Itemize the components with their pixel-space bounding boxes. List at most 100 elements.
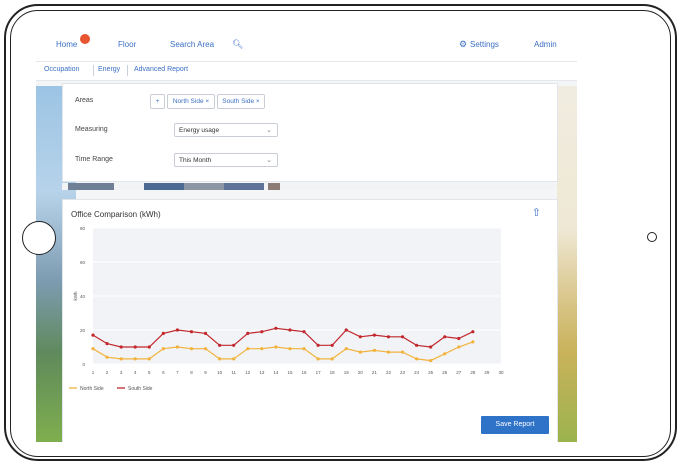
legend-label: South Side [128, 386, 153, 392]
filter-panel: Areas + North Side × South Side × Measur… [62, 83, 558, 182]
y-axis-label: kWh [73, 291, 78, 300]
data-point [175, 328, 180, 332]
measuring-value: Energy usage [179, 127, 220, 134]
chart-card: Office Comparison (kWh) ⇧ 0 20 40 60 80 kWh 1 2… [62, 199, 558, 442]
x-tick-label: 6 [162, 370, 165, 375]
data-point [457, 336, 461, 341]
data-point [232, 343, 236, 347]
nav-admin[interactable]: Admin [534, 40, 557, 49]
home-button[interactable] [22, 221, 56, 255]
y-tick-label: 0 [82, 362, 85, 367]
x-tick-label: 16 [302, 370, 308, 375]
notification-badge [80, 34, 90, 44]
image-thumbnail-strip [62, 183, 556, 190]
data-point [429, 345, 433, 349]
nav-search-area[interactable]: Search Area [170, 40, 214, 49]
x-tick-label: 27 [456, 370, 462, 375]
x-tick-label: 18 [330, 370, 336, 375]
data-point [133, 345, 137, 349]
data-point [274, 345, 278, 349]
area-chip-south-side[interactable]: South Side × [217, 94, 265, 109]
y-tick-label: 40 [80, 294, 86, 299]
x-tick-label: 30 [498, 370, 504, 375]
data-point [133, 357, 137, 361]
data-point [429, 359, 433, 363]
data-point [400, 350, 405, 354]
data-point [189, 347, 194, 351]
data-point [316, 357, 320, 361]
x-tick-label: 9 [204, 370, 207, 375]
data-point [414, 357, 419, 361]
data-point [330, 343, 334, 347]
x-tick-label: 20 [358, 370, 364, 375]
data-point [471, 340, 475, 344]
data-point [330, 357, 334, 361]
add-area-button[interactable]: + [150, 94, 165, 109]
x-tick-label: 7 [176, 370, 179, 375]
camera-icon [647, 232, 657, 242]
area-chip-north-side[interactable]: North Side × [167, 94, 215, 109]
data-point [471, 330, 475, 334]
x-tick-label: 4 [134, 370, 137, 375]
save-report-button[interactable]: Save Report [481, 416, 549, 434]
background-image-right [557, 86, 577, 442]
x-tick-label: 15 [287, 370, 293, 375]
x-tick-label: 2 [106, 370, 109, 375]
time-range-select[interactable]: This Month ⌄ [174, 153, 278, 167]
data-point [358, 350, 362, 354]
thumbnail[interactable] [184, 183, 224, 190]
tab-energy[interactable]: Energy [98, 66, 120, 73]
x-tick-label: 21 [372, 370, 378, 375]
x-tick-label: 24 [414, 370, 420, 375]
data-point [414, 343, 419, 347]
data-point [400, 335, 405, 339]
data-point [175, 345, 180, 349]
x-tick-label: 23 [400, 370, 406, 375]
chevron-down-icon: ⌄ [266, 127, 272, 134]
data-point [105, 342, 109, 346]
x-tick-label: 5 [148, 370, 151, 375]
y-tick-label: 80 [80, 226, 86, 231]
nav-home[interactable]: Home [56, 40, 77, 49]
tab-divider [93, 65, 94, 76]
x-tick-label: 11 [231, 370, 236, 375]
thumbnail[interactable] [224, 183, 264, 190]
x-tick-label: 8 [190, 370, 193, 375]
data-point [372, 333, 376, 337]
areas-label: Areas [75, 97, 94, 104]
nav-floor[interactable]: Floor [118, 40, 136, 49]
app-screen: Home Floor Search Area 🔍︎ ⚙ Settings Adm… [36, 31, 577, 442]
gear-icon[interactable]: ⚙ [459, 39, 467, 50]
thumbnail[interactable] [68, 183, 114, 190]
thumbnail[interactable] [268, 183, 280, 190]
data-point [218, 357, 222, 361]
thumbnail[interactable] [144, 183, 184, 190]
tab-occupation[interactable]: Occupation [44, 66, 79, 73]
time-range-value: This Month [179, 157, 212, 164]
nav-settings[interactable]: Settings [470, 40, 499, 49]
x-tick-label: 22 [386, 370, 392, 375]
data-point [119, 357, 123, 361]
data-point [189, 330, 194, 334]
line-chart: 020406080kWh1 2 3 4 5 6 7 8 9 10 11 12 13 14 15 16 17 18 1… [69, 226, 504, 392]
x-tick-label: 14 [273, 370, 279, 375]
search-icon[interactable]: 🔍︎ [232, 39, 243, 50]
data-point [372, 348, 376, 352]
data-point [302, 347, 306, 351]
tab-advanced-report[interactable]: Advanced Report [134, 66, 188, 73]
x-tick-label: 13 [259, 370, 265, 375]
data-point [260, 330, 264, 334]
data-point [105, 355, 109, 359]
data-point [443, 352, 447, 356]
measuring-select[interactable]: Energy usage ⌄ [174, 123, 278, 137]
x-tick-label: 28 [470, 370, 476, 375]
data-point [119, 345, 123, 349]
data-point [457, 345, 461, 349]
data-point [161, 347, 165, 351]
y-tick-label: 20 [80, 328, 86, 333]
data-point [288, 328, 292, 332]
x-tick-label: 26 [442, 370, 448, 375]
legend-label: North Side [80, 386, 104, 392]
x-tick-label: 1 [92, 370, 95, 375]
x-tick-label: 19 [344, 370, 350, 375]
